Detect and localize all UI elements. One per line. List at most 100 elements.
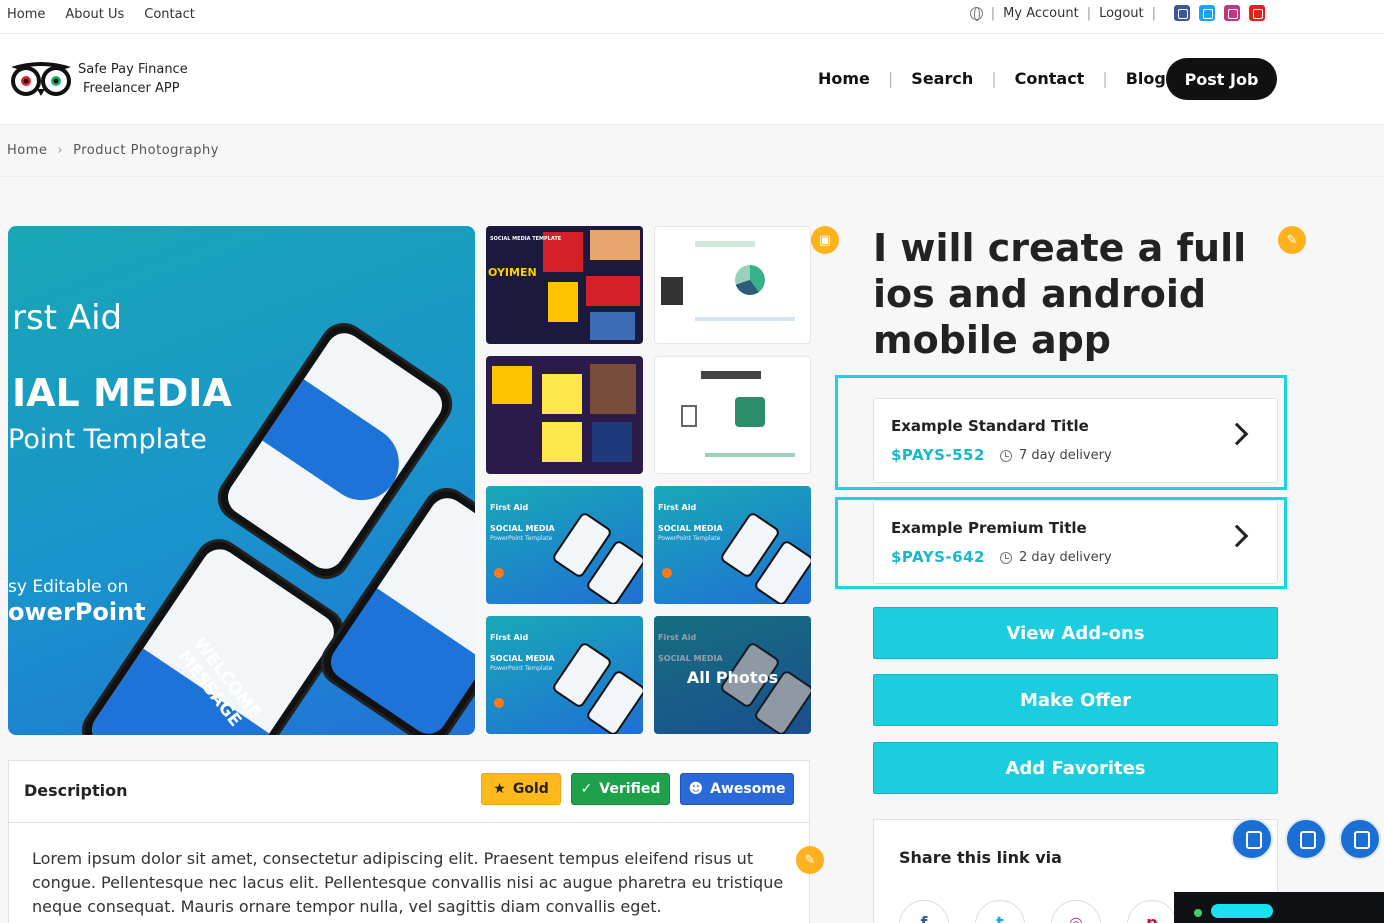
- awesome-label: Awesome: [710, 781, 786, 797]
- gallery-thumb[interactable]: First Aid SOCIAL MEDIA PowerPoint Templa…: [654, 486, 811, 604]
- my-account-link[interactable]: My Account: [1003, 6, 1079, 21]
- separator: |: [1086, 6, 1092, 21]
- share-facebook-icon[interactable]: f: [899, 900, 949, 923]
- chevron-right-icon[interactable]: [1225, 422, 1249, 446]
- thumb-subtitle: PowerPoint Template: [490, 535, 553, 542]
- gallery-thumb[interactable]: [654, 226, 811, 344]
- gallery-main-image[interactable]: rst Aid IAL MEDIA Point Template sy Edit…: [8, 226, 475, 735]
- separator: |: [990, 6, 996, 21]
- social-links: [1174, 5, 1265, 21]
- thumb-subtitle: PowerPoint Template: [658, 535, 721, 542]
- hero-line-2: IAL MEDIA: [12, 371, 232, 415]
- all-photos-label: All Photos: [686, 668, 779, 687]
- add-favorites-button[interactable]: Add Favorites: [873, 742, 1278, 794]
- main-nav: Home | Search | Contact | Blog: [818, 69, 1166, 88]
- check-icon: ✓: [580, 781, 593, 797]
- gold-label: Gold: [512, 781, 549, 797]
- dashboard-icon[interactable]: [1339, 818, 1381, 860]
- logout-link[interactable]: Logout: [1099, 6, 1144, 21]
- share-twitter-icon[interactable]: t: [975, 900, 1025, 923]
- package-delivery: 7 day delivery: [1019, 448, 1112, 463]
- description-body: Lorem ipsum dolor sit amet, consectetur …: [8, 822, 810, 923]
- logo-text[interactable]: Safe Pay Finance Freelancer APP: [78, 60, 188, 98]
- twitter-glyph: t: [996, 913, 1004, 923]
- gallery-thumb[interactable]: [486, 356, 643, 474]
- package-premium[interactable]: Example Premium Title $PAYS-642 2 day de…: [873, 500, 1278, 584]
- post-job-button[interactable]: Post Job: [1166, 58, 1277, 100]
- gallery-thumb[interactable]: SOCIAL MEDIA TEMPLATE OYIMEN: [486, 226, 643, 344]
- smile-icon: ☻: [688, 781, 704, 797]
- view-addons-button[interactable]: View Add-ons: [873, 607, 1278, 659]
- thumb-label: First Aid: [658, 503, 697, 512]
- top-link-about[interactable]: About Us: [65, 7, 124, 22]
- gallery-thumb[interactable]: First Aid SOCIAL MEDIA PowerPoint Templa…: [486, 486, 643, 604]
- hero-line-5: owerPoint: [8, 598, 146, 626]
- hero-line-1: rst Aid: [12, 298, 123, 338]
- top-link-contact[interactable]: Contact: [144, 7, 195, 22]
- hero-line-3: Point Template: [8, 424, 207, 455]
- top-links: Home About Us Contact: [7, 7, 195, 22]
- briefcase-icon[interactable]: [1285, 818, 1327, 860]
- thumb-label: SOCIAL MEDIA TEMPLATE: [490, 236, 562, 242]
- share-pinterest-icon[interactable]: p: [1127, 900, 1177, 923]
- make-offer-button[interactable]: Make Offer: [873, 674, 1278, 726]
- breadcrumb-home[interactable]: Home: [7, 143, 47, 158]
- package-delivery: 2 day delivery: [1019, 550, 1112, 565]
- awesome-badge[interactable]: ☻ Awesome: [680, 773, 794, 805]
- top-bar: Home About Us Contact | My Account | Log…: [0, 0, 1384, 34]
- logo-line-2: Freelancer APP: [83, 81, 180, 96]
- user-icon[interactable]: [1231, 818, 1273, 860]
- twitter-icon[interactable]: [1199, 5, 1215, 21]
- description-header: Description ★ Gold ✓ Verified ☻ Awesome: [8, 760, 810, 822]
- nav-separator: |: [887, 69, 894, 88]
- account-links: | My Account | Logout |: [969, 6, 1164, 21]
- breadcrumb-separator-icon: ›: [57, 143, 64, 158]
- facebook-glyph: f: [920, 913, 928, 923]
- instagram-icon[interactable]: [1224, 5, 1240, 21]
- share-title: Share this link via: [899, 848, 1062, 867]
- breadcrumb: Home › Product Photography: [7, 143, 219, 158]
- nav-contact[interactable]: Contact: [1015, 69, 1085, 88]
- description-title: Description: [24, 781, 128, 800]
- status-tab[interactable]: [1174, 892, 1384, 923]
- separator: |: [1151, 6, 1156, 21]
- verified-label: Verified: [599, 781, 661, 797]
- thumb-title: SOCIAL MEDIA: [490, 654, 555, 663]
- image-edit-icon[interactable]: ▣: [811, 226, 839, 254]
- nav-home[interactable]: Home: [818, 69, 870, 88]
- thumb-title: OYIMEN: [488, 266, 537, 279]
- description-text: Lorem ipsum dolor sit amet, consectetur …: [32, 849, 784, 916]
- package-standard[interactable]: Example Standard Title $PAYS-552 7 day d…: [873, 398, 1278, 483]
- pinterest-glyph: p: [1146, 913, 1158, 923]
- description-edit-icon[interactable]: ✎: [796, 846, 824, 874]
- redacted-label: [1211, 904, 1273, 918]
- gallery-thumb[interactable]: First Aid SOCIAL MEDIA PowerPoint Templa…: [486, 616, 643, 734]
- verified-badge[interactable]: ✓ Verified: [571, 773, 670, 805]
- nav-search[interactable]: Search: [911, 69, 973, 88]
- nav-blog[interactable]: Blog: [1126, 69, 1166, 88]
- breadcrumb-current: Product Photography: [73, 143, 219, 158]
- online-status-icon: [1194, 909, 1202, 917]
- thumb-label: First Aid: [490, 503, 529, 512]
- thumb-title: SOCIAL MEDIA: [658, 524, 723, 533]
- clock-icon: [1000, 450, 1012, 462]
- chevron-right-icon[interactable]: [1225, 524, 1249, 548]
- all-photos-thumb[interactable]: First Aid SOCIAL MEDIA All Photos: [654, 616, 811, 734]
- gallery-thumb[interactable]: [654, 356, 811, 474]
- facebook-icon[interactable]: [1174, 5, 1190, 21]
- package-price: $PAYS-552: [891, 446, 985, 464]
- youtube-icon[interactable]: [1249, 5, 1265, 21]
- hero-line-4: sy Editable on: [8, 577, 129, 597]
- nav-separator: |: [991, 69, 997, 88]
- thumb-title: SOCIAL MEDIA: [490, 524, 555, 533]
- top-link-home[interactable]: Home: [7, 7, 45, 22]
- owl-logo-icon[interactable]: [9, 59, 73, 99]
- globe-icon[interactable]: [969, 7, 983, 21]
- gold-badge[interactable]: ★ Gold: [481, 773, 561, 805]
- gig-title: I will create a full ios and android mob…: [873, 226, 1247, 362]
- thumb-subtitle: PowerPoint Template: [490, 665, 553, 672]
- main-header: Safe Pay Finance Freelancer APP Home | S…: [0, 34, 1384, 125]
- title-edit-icon[interactable]: ✎: [1278, 226, 1306, 254]
- instagram-glyph: ◎: [1069, 913, 1083, 923]
- share-instagram-icon[interactable]: ◎: [1051, 900, 1101, 923]
